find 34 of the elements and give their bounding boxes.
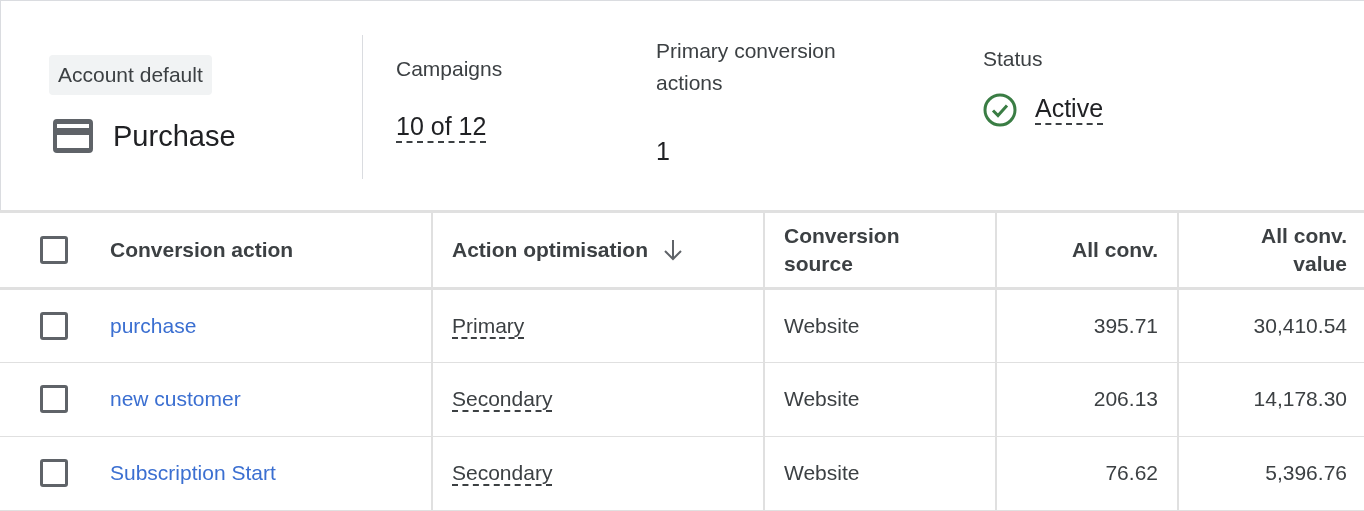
table-cell: Website	[764, 362, 996, 436]
metric-label: Primary conversion actions	[656, 38, 837, 96]
table-cell: 395.71	[996, 288, 1178, 362]
row-checkbox[interactable]	[40, 459, 68, 487]
conversion-action-link[interactable]: new customer	[110, 387, 241, 411]
optimisation-value[interactable]: Secondary	[452, 461, 553, 487]
table-cell: Website	[764, 436, 996, 510]
conversion-action-link[interactable]: Subscription Start	[110, 461, 276, 485]
column-header[interactable]: All conv. value	[1227, 221, 1347, 278]
optimisation-value[interactable]: Secondary	[452, 387, 553, 413]
account-default-chip: Account default	[49, 55, 212, 95]
check-circle-icon	[983, 93, 1017, 127]
table-cell: 30,410.54	[1178, 288, 1364, 362]
table-cell: 206.13	[996, 362, 1178, 436]
status-value[interactable]: Active	[1035, 95, 1104, 125]
metric-label: Status	[983, 46, 1043, 72]
select-all-checkbox[interactable]	[40, 235, 68, 264]
column-header[interactable]: Action optimisation	[452, 235, 648, 264]
campaigns-link[interactable]: 10 of 12	[396, 113, 487, 143]
metric-value: 1	[656, 137, 670, 166]
table-cell: 5,396.76	[1178, 436, 1364, 510]
metric-label: Campaigns	[396, 56, 503, 82]
table-cell: Website	[764, 288, 996, 362]
row-checkbox[interactable]	[40, 311, 68, 340]
column-header[interactable]: Conversion source	[784, 221, 924, 278]
row-checkbox[interactable]	[40, 385, 68, 413]
credit-card-icon	[53, 119, 93, 153]
column-header[interactable]: Conversion action	[110, 235, 294, 264]
table-cell: 76.62	[996, 436, 1178, 510]
column-header[interactable]: All conv.	[1072, 235, 1158, 264]
optimisation-value[interactable]: Primary	[452, 313, 525, 339]
table-cell: 14,178.30	[1178, 362, 1364, 436]
goal-title: Purchase	[113, 119, 236, 153]
conversion-action-link[interactable]: purchase	[110, 313, 197, 338]
